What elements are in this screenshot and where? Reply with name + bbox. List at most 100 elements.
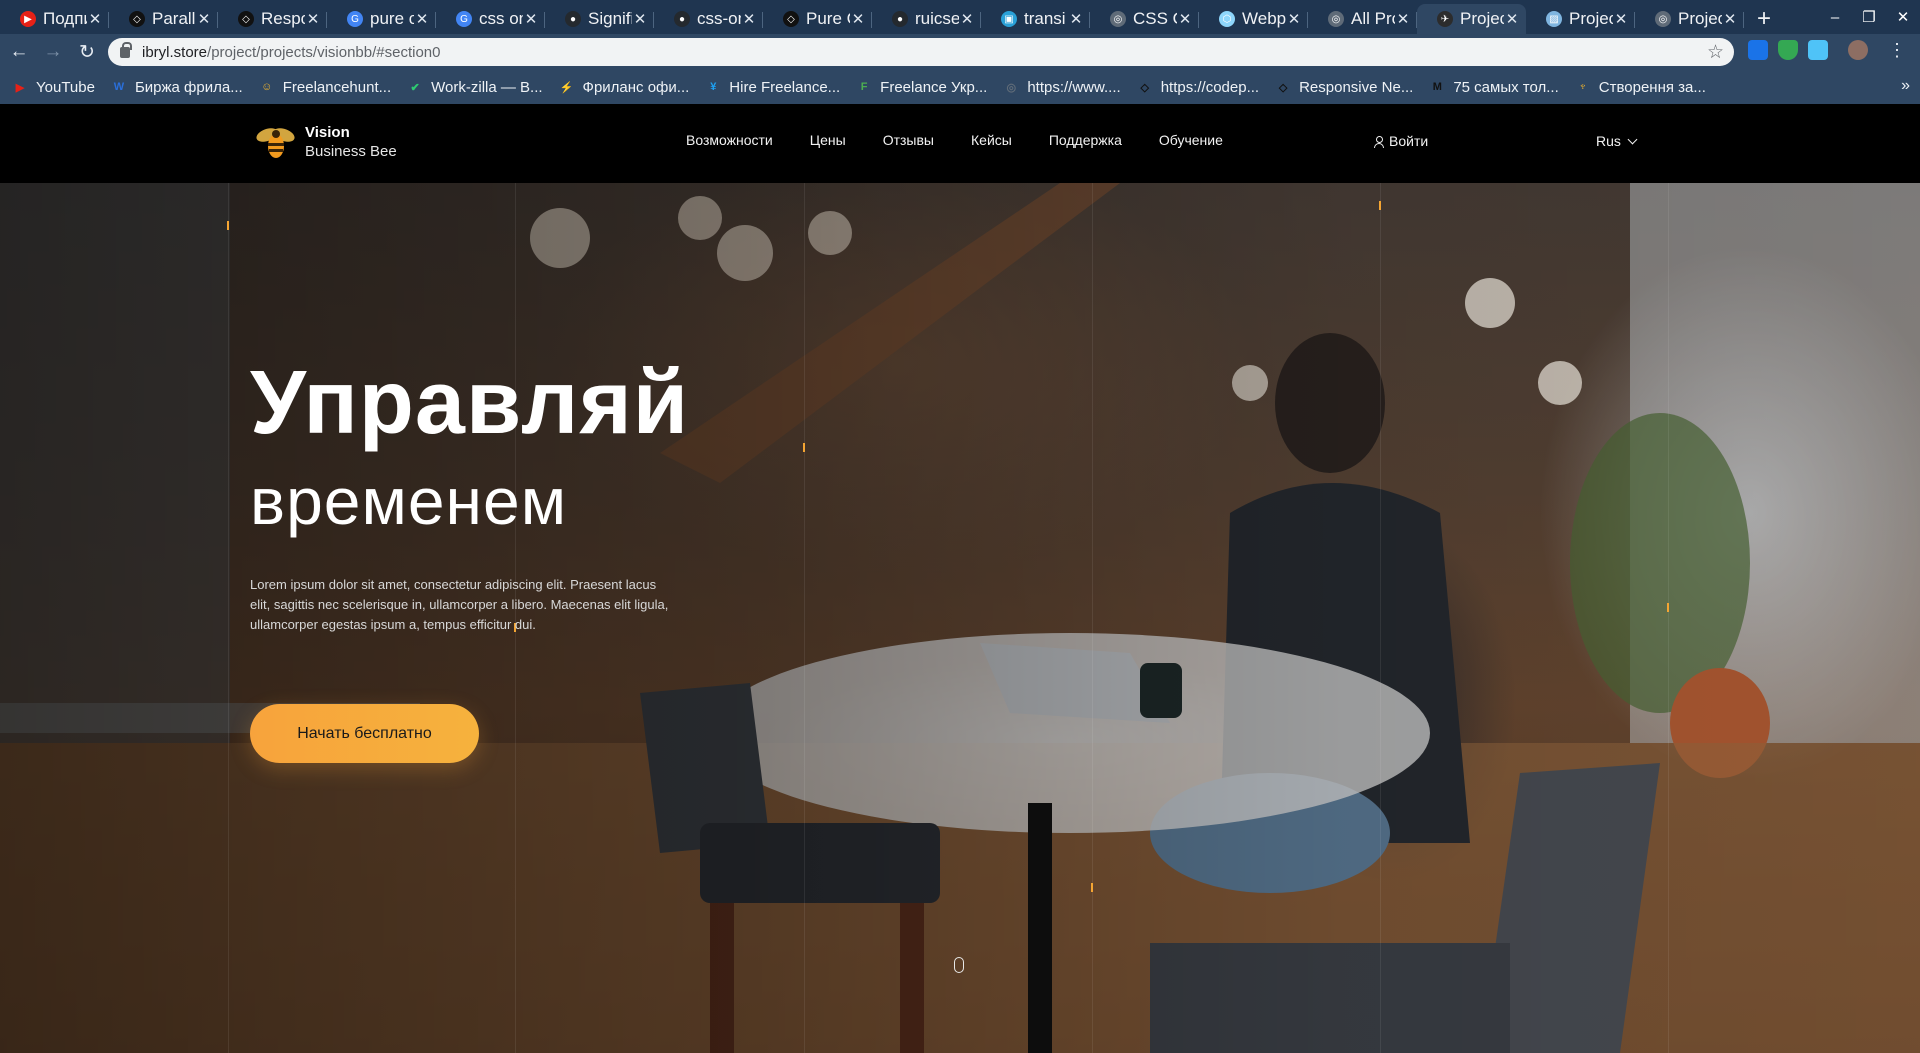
bookmark-item[interactable]: ◇ Responsive Ne... [1275,79,1413,96]
tab-close-icon[interactable]: ✕ [196,10,212,28]
bookmark-item[interactable]: ▶ YouTube [12,79,95,96]
browser-tab[interactable]: Gpure c ✕ [327,4,436,34]
bookmark-favicon-icon: ✔ [410,81,420,94]
tab-title: All Pro [1351,9,1395,28]
bookmark-label: https://www.... [1027,78,1121,96]
profile-avatar[interactable] [1848,40,1868,60]
nav-learning[interactable]: Обучение [1159,132,1223,148]
bookmark-label: Work-zilla — В... [431,78,543,96]
restore-icon[interactable]: ❐ [1852,8,1886,26]
bookmark-item[interactable]: W Биржа фрила... [111,79,243,96]
menu-kebab-icon[interactable]: ⋮ [1888,40,1906,61]
nav-pricing[interactable]: Цены [810,132,846,148]
browser-tab[interactable]: ◎ CSS O✕ [1090,4,1199,34]
browser-tab[interactable]: ⬡ Webp ✕ [1199,4,1308,34]
bookmark-label: Створення за... [1598,78,1706,96]
bookmark-label: Responsive Ne... [1299,78,1414,96]
browser-tab[interactable]: ◎ All Pro✕ [1308,4,1417,34]
browser-tab[interactable]: ◇ Respo✕ [218,4,327,34]
bookmark-item[interactable]: ✔ Work-zilla — В... [407,78,543,96]
tab-close-icon[interactable]: ✕ [1177,10,1193,28]
tab-title: Подпи [43,9,87,28]
bookmark-item[interactable]: ◎ https://www.... [1003,78,1121,96]
scroll-indicator-icon[interactable] [954,957,964,973]
hero-title: Управляй [250,353,690,453]
tab-title: Pure C [806,9,850,28]
bookmarks-overflow-icon[interactable]: » [1901,77,1910,95]
bookmark-star-icon[interactable]: ☆ [1707,41,1724,64]
back-button[interactable]: ← [4,37,34,67]
bookmark-favicon-icon: ▶ [15,81,25,94]
browser-tab[interactable]: ▣ transi ✕ [981,4,1090,34]
tab-close-icon[interactable]: ✕ [632,10,648,28]
extension-icon[interactable] [1808,40,1828,60]
window-controls: – ❐ ✕ [1818,0,1920,34]
login-link[interactable]: Войти [1374,133,1428,149]
browser-tab[interactable]: ● css-on✕ [654,4,763,34]
grid-marker [1667,603,1669,612]
forward-button[interactable]: → [38,37,68,67]
bookmark-list: ▶ YouTube W Биржа фрила... ☺ Freelancehunt...… [12,79,1722,96]
browser-tab[interactable]: ▨ Projec ✕ [1526,4,1635,34]
logo[interactable]: Vision Business Bee [255,122,397,162]
browser-tab[interactable]: ▶ Подпи✕ [0,4,109,34]
bookmark-favicon-icon: M [1432,81,1442,93]
browser-tab[interactable]: ◇ Pure C✕ [763,4,872,34]
bookmark-item[interactable]: M 75 самых тол... [1429,79,1559,96]
tab-close-icon[interactable]: ✕ [414,10,430,28]
tab-favicon-icon: ◇ [783,11,799,27]
start-free-button[interactable]: Начать бесплатно [250,704,479,763]
browser-tab[interactable]: ● ruicse ✕ [872,4,981,34]
bookmark-item[interactable]: ☺ Freelancehunt... [259,79,391,96]
tab-title: Paralla [152,9,196,28]
bookmark-item[interactable]: ¥ Hire Freelance... [705,79,840,96]
browser-tab[interactable]: ◇ Paralla✕ [109,4,218,34]
grid-line [1668,183,1669,1053]
minimize-icon[interactable]: – [1818,9,1852,26]
browser-tab[interactable]: ● Signifi ✕ [545,4,654,34]
tab-close-icon[interactable]: ✕ [850,10,866,28]
browser-tab[interactable]: ✈ Projec ✕ [1417,4,1526,34]
bookmark-item[interactable]: F Freelance Укр... [856,78,988,96]
browser-tab[interactable]: ◎ Projec ✕ [1635,4,1744,34]
bookmark-item[interactable]: ◇ https://codep... [1137,79,1259,96]
tab-close-icon[interactable]: ✕ [523,10,539,28]
tab-close-icon[interactable]: ✕ [1504,10,1520,28]
tab-close-icon[interactable]: ✕ [1286,10,1302,28]
browser-tab[interactable]: Gcss on✕ [436,4,545,34]
bookmark-label: Freelancehunt... [282,78,392,96]
language-select[interactable]: Rus [1596,133,1638,149]
translate-extension-icon[interactable] [1748,40,1768,60]
tab-close-icon[interactable]: ✕ [741,10,757,28]
nav-features[interactable]: Возможности [686,132,773,148]
new-tab-button[interactable]: + [1744,4,1784,34]
tab-title: Signifi [588,9,632,28]
reload-button[interactable]: ↻ [72,37,102,67]
bookmark-item[interactable]: ⚡ Фриланс офи... [559,79,690,96]
chevron-down-icon [1627,134,1638,145]
nav-reviews[interactable]: Отзывы [883,132,934,148]
nav-cases[interactable]: Кейсы [971,132,1012,148]
tab-close-icon[interactable]: ✕ [1068,10,1084,28]
shield-extension-icon[interactable] [1778,40,1798,60]
tab-favicon-icon: ● [892,11,908,27]
bookmark-favicon-icon: F [860,81,868,93]
tab-close-icon[interactable]: ✕ [1395,10,1411,28]
tab-close-icon[interactable]: ✕ [1722,10,1738,28]
grid-line [1380,183,1381,1053]
tab-close-icon[interactable]: ✕ [305,10,321,28]
address-bar[interactable]: ibryl.store/project/projects/visionbb/#s… [108,38,1734,66]
tab-close-icon[interactable]: ✕ [87,10,103,28]
bookmark-label: Фриланс офи... [582,78,690,96]
bookmark-item[interactable]: ♆ Створення за... [1575,79,1706,96]
nav-support[interactable]: Поддержка [1049,132,1122,148]
bookmark-label: Freelance Укр... [880,78,988,96]
grid-marker [1379,201,1381,210]
tab-close-icon[interactable]: ✕ [1613,10,1629,28]
tab-close-icon[interactable]: ✕ [959,10,975,28]
bookmark-favicon-icon: ◎ [1006,81,1017,94]
close-window-icon[interactable]: ✕ [1886,8,1920,26]
tab-title: Projec [1460,9,1504,28]
grid-line [228,183,229,1053]
tab-title: Projec [1678,9,1722,28]
